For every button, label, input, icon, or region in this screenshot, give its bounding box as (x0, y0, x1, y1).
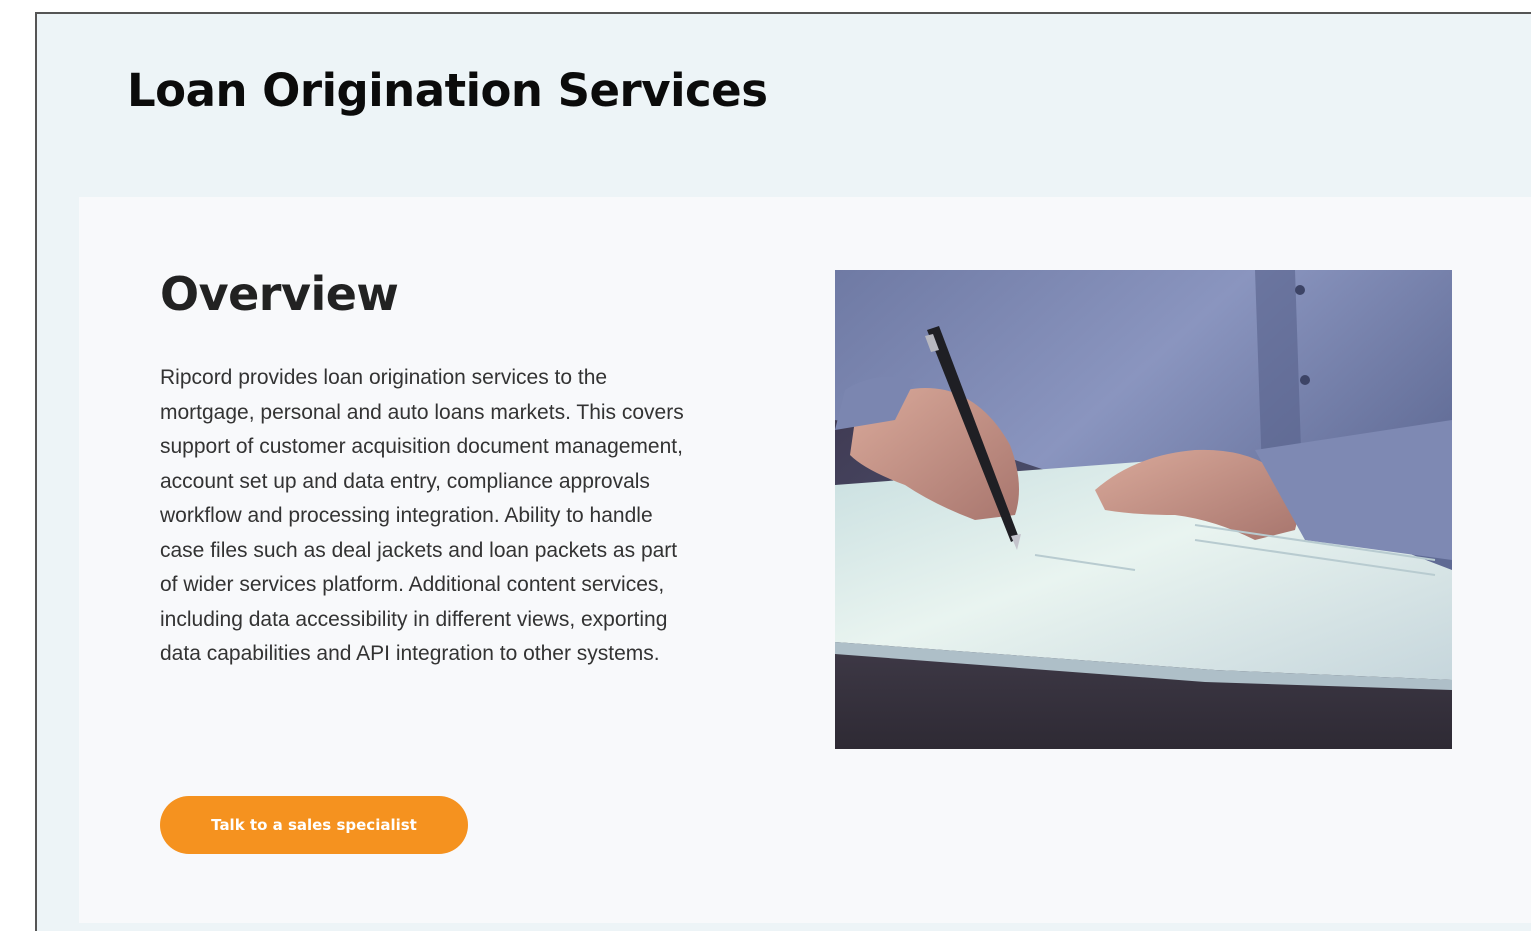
page-title: Loan Origination Services (127, 64, 768, 117)
signing-document-photo (835, 270, 1452, 749)
overview-card: Overview Ripcord provides loan originati… (79, 197, 1531, 923)
talk-to-sales-button[interactable]: Talk to a sales specialist (160, 796, 468, 854)
overview-heading: Overview (160, 267, 399, 321)
page-frame: Loan Origination Services Overview Ripco… (35, 12, 1531, 931)
overview-description: Ripcord provides loan origination servic… (160, 366, 684, 665)
